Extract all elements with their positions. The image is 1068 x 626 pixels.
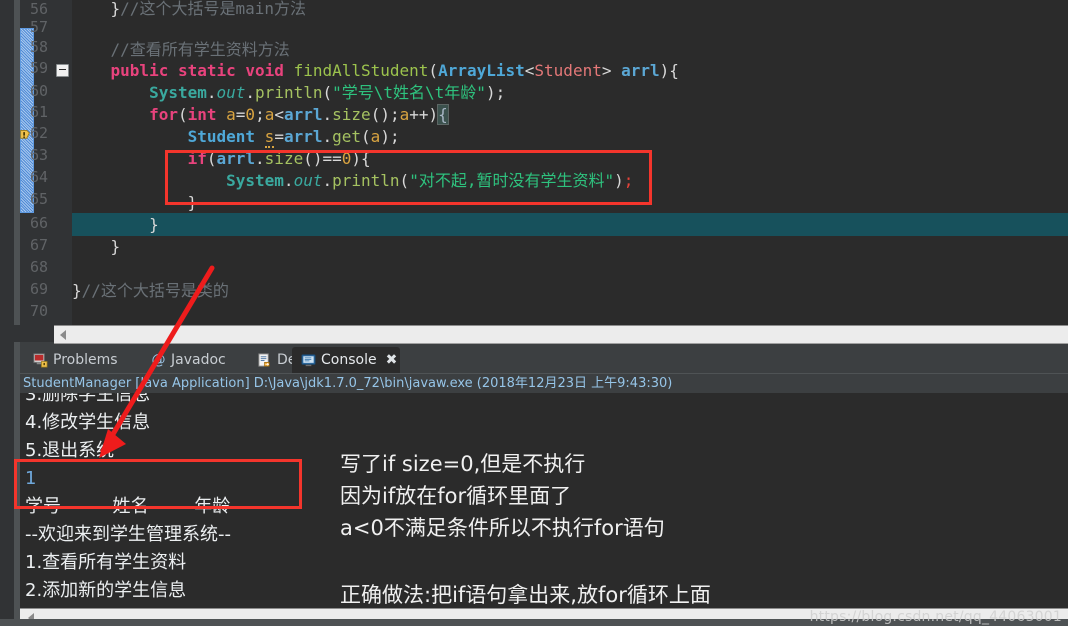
line-number: 58 [29,38,48,56]
launch-configuration-label: StudentManager [Java Application] D:\Jav… [20,374,1068,393]
line-number: 70 [29,302,48,320]
line-number: 68 [29,258,48,276]
annotation-note-line-3: a<0不满足条件所以不执行for语句 [340,516,665,540]
console-line: 3.删除学生信息 [25,393,151,405]
line-number: 67 [29,236,48,254]
code-line-59[interactable]: public static void findAllStudent(ArrayL… [72,59,1068,82]
code-line-68[interactable] [72,257,1068,280]
console-line: 学号 姓名 年龄 [25,496,231,517]
code-line-67[interactable]: } [72,235,1068,258]
code-line-69[interactable]: }//这个大括号是类的 [72,279,1068,302]
console-line: 4.修改学生信息 [25,412,151,433]
line-number: 57 [29,18,48,36]
problems-icon [33,352,48,367]
code-line-58[interactable]: //查看所有学生资料方法 [72,38,1068,61]
scroll-left-arrow-icon[interactable] [60,330,66,340]
console-output[interactable]: 3.删除学生信息 4.修改学生信息 5.退出系统 1 学号 姓名 年龄 --欢迎… [20,393,1068,626]
console-line: 5.退出系统 [25,440,115,461]
watermark: https://blog.csdn.net/qq_44063001 [809,609,1062,625]
line-number: 69 [29,280,48,298]
line-number: 60 [29,82,48,100]
tab-label: Console [321,352,377,368]
console-line: --欢迎来到学生管理系统-- [25,524,231,545]
line-number: 56 [29,0,48,18]
line-number: 65 [29,190,48,208]
code-editor[interactable]: 56 57 58 59 60 61 62 63 64 65 66 67 68 6… [0,0,1068,345]
annotation-note-line-1: 写了if size=0,但是不执行 [340,452,586,476]
line-number: 61 [29,103,48,121]
line-number: 66 [29,214,48,232]
code-line-65[interactable]: } [72,191,1068,214]
console-input-line: 1 [25,468,37,489]
code-line-60[interactable]: System.out.println("学号\t姓名\t年龄"); [72,81,1068,104]
code-line-57[interactable] [72,17,1068,40]
console-line: 1.查看所有学生资料 [25,552,187,573]
console-line: 2.添加新的学生信息 [25,580,187,601]
code-line-61[interactable]: for(int a=0;a<arrl.size();a++){ [72,103,1068,126]
tab-label: Problems [53,352,118,368]
console-line-list: 3.删除学生信息 4.修改学生信息 5.退出系统 1 学号 姓名 年龄 --欢迎… [25,393,355,626]
annotation-note-line-2: 因为if放在for循环里面了 [340,484,572,508]
code-line-62[interactable]: Student s=arrl.get(a); [72,125,1068,148]
console-icon [301,353,316,366]
tab-label: Javadoc [171,352,226,368]
line-number: 64 [29,168,48,186]
view-tab-bar[interactable]: Problems @ Javadoc Declaration [20,345,1068,374]
panel-left-edge [0,345,14,626]
code-line-70[interactable] [72,301,1068,324]
line-number: 63 [29,146,48,164]
editor-horizontal-scrollbar[interactable] [54,325,1068,344]
javadoc-icon: @ [151,351,166,368]
scrollbar-corner [0,325,54,342]
declaration-icon [258,352,270,367]
tab-javadoc[interactable]: @ Javadoc [142,347,246,373]
annotation-conclusion: 正确做法:把if语句拿出来,放for循环上面 [340,583,711,607]
code-line-64[interactable]: System.out.println("对不起,暂时没有学生资料"); [72,169,1068,192]
tab-console[interactable]: Console ✖ [292,347,400,373]
warning-marker-icon[interactable] [18,126,32,140]
code-line-66[interactable]: } [72,213,1068,236]
close-icon[interactable]: ✖ [386,352,398,368]
code-fold-collapse-icon[interactable] [56,64,69,77]
tab-problems[interactable]: Problems [24,347,140,373]
bottom-view-panel[interactable]: Problems @ Javadoc Declaration [0,345,1068,626]
code-line-63[interactable]: if(arrl.size()==0){ [72,147,1068,170]
line-number: 59 [29,59,48,77]
